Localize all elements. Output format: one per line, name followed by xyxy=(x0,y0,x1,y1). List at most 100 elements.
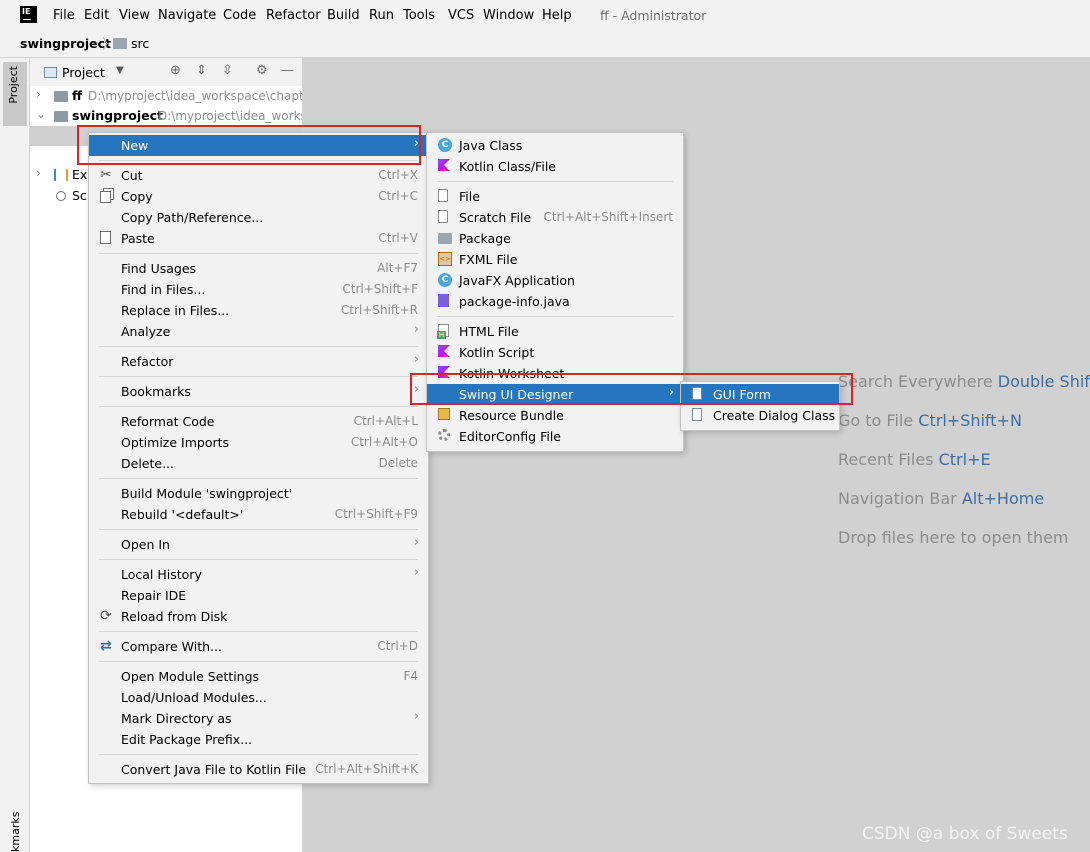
menu-code[interactable]: Code xyxy=(223,8,256,23)
chevron-down-icon[interactable]: ▼ xyxy=(116,65,124,76)
menu-item-bookmarks[interactable]: Bookmarks › xyxy=(89,381,428,402)
menu-item-java-class[interactable]: C Java Class xyxy=(427,135,683,156)
menu-item-package-info[interactable]: package-info.java xyxy=(427,291,683,312)
menu-item-edit-package-prefix[interactable]: Edit Package Prefix... xyxy=(89,729,428,750)
javafx-icon: C xyxy=(438,273,452,287)
tree-item-name: Ex xyxy=(72,167,88,182)
menu-item-resource-bundle[interactable]: Resource Bundle xyxy=(427,405,683,426)
menu-item-load-unload-modules[interactable]: Load/Unload Modules... xyxy=(89,687,428,708)
menu-item-new[interactable]: New › xyxy=(89,135,428,156)
hint-shortcut: Ctrl+E xyxy=(938,450,991,469)
hint-recent-files: Recent Files Ctrl+E xyxy=(838,450,991,469)
menu-item-scratch-file[interactable]: Scratch File Ctrl+Alt+Shift+Insert xyxy=(427,207,683,228)
menu-item-javafx-application[interactable]: C JavaFX Application xyxy=(427,270,683,291)
menu-item-copy-path[interactable]: Copy Path/Reference... xyxy=(89,207,428,228)
menu-item-kotlin-class[interactable]: Kotlin Class/File xyxy=(427,156,683,177)
menu-separator xyxy=(99,253,418,254)
tree-item-name: Sc xyxy=(72,188,87,203)
menu-file[interactable]: File xyxy=(53,8,75,23)
menu-item-build-module[interactable]: Build Module 'swingproject' xyxy=(89,483,428,504)
menu-view[interactable]: View xyxy=(119,8,150,23)
menu-item-copy[interactable]: Copy Ctrl+C xyxy=(89,186,428,207)
menu-item-label: Reformat Code xyxy=(121,414,215,429)
menu-item-analyze[interactable]: Analyze › xyxy=(89,321,428,342)
package-info-icon xyxy=(438,294,449,307)
menu-help[interactable]: Help xyxy=(542,8,572,23)
menu-item-kotlin-script[interactable]: Kotlin Script xyxy=(427,342,683,363)
menu-item-reformat-code[interactable]: Reformat Code Ctrl+Alt+L xyxy=(89,411,428,432)
menu-item-gui-form[interactable]: GUI Form xyxy=(681,384,839,405)
hint-go-to-file: Go to File Ctrl+Shift+N xyxy=(838,411,1022,430)
breadcrumb-project[interactable]: swingproject xyxy=(20,36,111,51)
menu-item-label: Bookmarks xyxy=(121,384,191,399)
menu-item-refactor[interactable]: Refactor › xyxy=(89,351,428,372)
project-tool-tab-label: Project xyxy=(7,66,20,104)
menu-item-delete[interactable]: Delete... Delete xyxy=(89,453,428,474)
tree-item-swingproject[interactable]: ⌄ swingproject D:\myproject\idea_works xyxy=(30,106,307,126)
menu-item-shortcut: Ctrl+Shift+R xyxy=(340,303,418,317)
menu-separator xyxy=(99,478,418,479)
menu-item-compare-with[interactable]: ⇄ Compare With... Ctrl+D xyxy=(89,636,428,657)
menu-item-label: Replace in Files... xyxy=(121,303,230,318)
menu-item-reload-from-disk[interactable]: ⟳ Reload from Disk xyxy=(89,606,428,627)
menu-run[interactable]: Run xyxy=(369,8,394,23)
menu-item-open-module-settings[interactable]: Open Module Settings F4 xyxy=(89,666,428,687)
menu-item-package[interactable]: Package xyxy=(427,228,683,249)
hint-text: Search Everywhere xyxy=(838,372,993,391)
app-logo-icon: IE xyxy=(20,6,37,23)
folder-icon xyxy=(113,38,127,49)
menu-window[interactable]: Window xyxy=(483,8,534,23)
locate-icon[interactable]: ⊕ xyxy=(170,63,181,78)
menu-item-replace-in-files[interactable]: Replace in Files... Ctrl+Shift+R xyxy=(89,300,428,321)
menu-refactor[interactable]: Refactor xyxy=(266,8,321,23)
menu-build[interactable]: Build xyxy=(327,8,360,23)
collapse-all-icon[interactable]: ⇳ xyxy=(222,63,233,78)
gear-icon[interactable]: ⚙ xyxy=(256,63,268,78)
module-folder-icon xyxy=(54,111,68,122)
menu-item-fxml-file[interactable]: <> FXML File xyxy=(427,249,683,270)
menu-item-rebuild[interactable]: Rebuild '<default>' Ctrl+Shift+F9 xyxy=(89,504,428,525)
menu-item-local-history[interactable]: Local History › xyxy=(89,564,428,585)
hint-drop-files: Drop files here to open them xyxy=(838,528,1069,547)
chevron-right-icon[interactable]: › xyxy=(36,166,41,180)
menu-item-label: HTML File xyxy=(459,324,519,339)
hide-panel-icon[interactable]: — xyxy=(281,63,294,78)
menu-separator xyxy=(99,160,418,161)
reload-icon: ⟳ xyxy=(100,608,112,624)
menu-navigate[interactable]: Navigate xyxy=(158,8,216,23)
menu-item-create-dialog-class[interactable]: Create Dialog Class xyxy=(681,405,839,426)
menu-item-label: Package xyxy=(459,231,511,246)
bookmarks-tool-tab-label[interactable]: kmarks xyxy=(9,810,22,852)
menu-item-find-in-files[interactable]: Find in Files... Ctrl+Shift+F xyxy=(89,279,428,300)
scissors-icon: ✂ xyxy=(100,167,112,183)
menu-item-file[interactable]: File xyxy=(427,186,683,207)
navigation-bar: swingproject 〉 src xyxy=(0,31,1090,58)
menu-item-optimize-imports[interactable]: Optimize Imports Ctrl+Alt+O xyxy=(89,432,428,453)
menu-item-label: Delete... xyxy=(121,456,174,471)
menu-item-label: Rebuild '<default>' xyxy=(121,507,244,522)
breadcrumb-src[interactable]: src xyxy=(131,36,149,51)
chevron-down-icon[interactable]: ⌄ xyxy=(36,107,46,121)
menu-item-mark-directory-as[interactable]: Mark Directory as › xyxy=(89,708,428,729)
menu-vcs[interactable]: VCS xyxy=(448,8,474,23)
chevron-right-icon[interactable]: › xyxy=(36,87,41,101)
kotlin-icon xyxy=(438,159,450,171)
menu-item-html-file[interactable]: HTML File xyxy=(427,321,683,342)
menu-item-paste[interactable]: Paste Ctrl+V xyxy=(89,228,428,249)
menu-edit[interactable]: Edit xyxy=(84,8,109,23)
menu-item-editorconfig-file[interactable]: EditorConfig File xyxy=(427,426,683,447)
menu-item-cut[interactable]: ✂ Cut Ctrl+X xyxy=(89,165,428,186)
menu-item-convert-to-kotlin[interactable]: Convert Java File to Kotlin File Ctrl+Alt… xyxy=(89,759,428,780)
project-panel-title[interactable]: Project xyxy=(62,65,105,80)
tree-item-ff[interactable]: › ff D:\myproject\idea_workspace\chapte xyxy=(30,86,311,106)
expand-all-icon[interactable]: ⇕ xyxy=(196,63,207,78)
menu-item-open-in[interactable]: Open In › xyxy=(89,534,428,555)
menu-item-kotlin-worksheet[interactable]: Kotlin Worksheet xyxy=(427,363,683,384)
menu-item-swing-ui-designer[interactable]: Swing UI Designer › xyxy=(427,384,683,405)
java-class-icon: C xyxy=(438,138,452,152)
menu-item-find-usages[interactable]: Find Usages Alt+F7 xyxy=(89,258,428,279)
hint-text: Navigation Bar xyxy=(838,489,957,508)
menu-item-repair-ide[interactable]: Repair IDE xyxy=(89,585,428,606)
menu-tools[interactable]: Tools xyxy=(403,8,435,23)
menu-item-label: Compare With... xyxy=(121,639,222,654)
